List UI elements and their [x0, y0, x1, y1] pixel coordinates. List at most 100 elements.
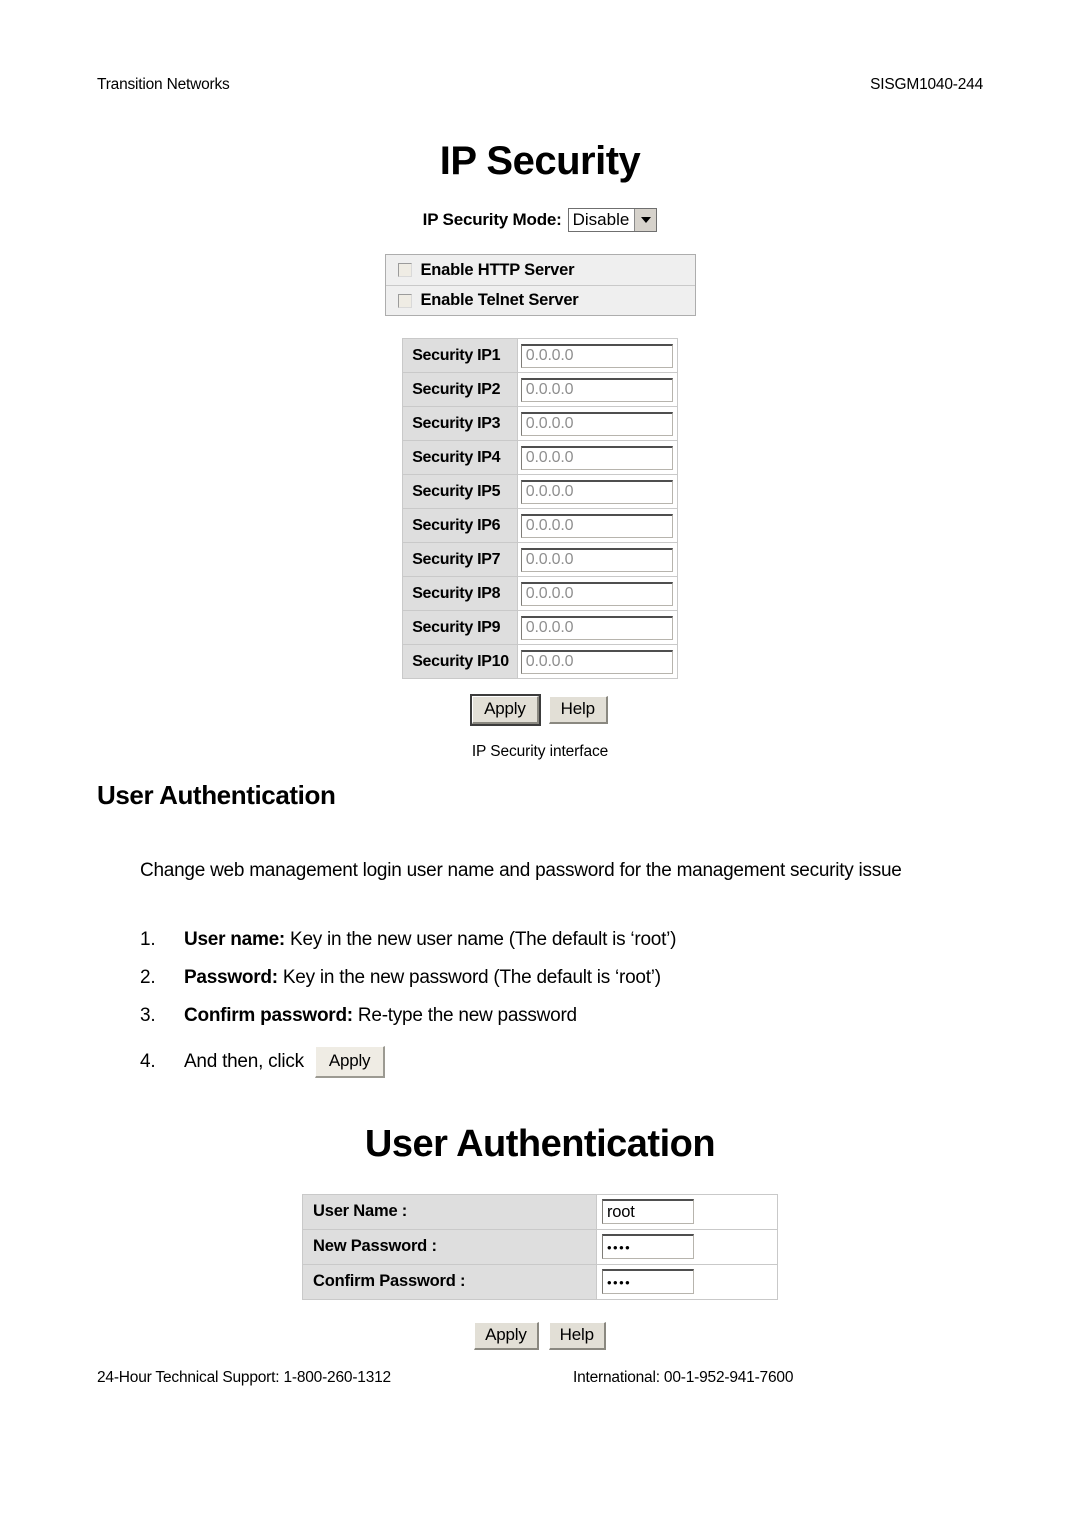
list-item: 4. And then, click Apply [140, 1043, 1020, 1081]
footer-support-phone: 24-Hour Technical Support: 1-800-260-131… [97, 1369, 391, 1386]
help-button[interactable]: Help [548, 1321, 606, 1350]
header-model: SISGM1040-244 [870, 76, 983, 93]
confirm-password-input[interactable]: •••• [602, 1269, 694, 1295]
apply-button[interactable]: Apply [470, 694, 541, 726]
table-row: Security IP5 0.0.0.0 [402, 474, 678, 509]
security-ip2-input[interactable]: 0.0.0.0 [520, 377, 673, 402]
help-button[interactable]: Help [548, 696, 608, 724]
confirm-password-cell: •••• [596, 1263, 778, 1300]
step-text: User name: Key in the new user name (The… [184, 929, 676, 951]
ip-security-mode-value: Disable [572, 210, 630, 229]
table-row: New Password : •••• [302, 1228, 778, 1265]
apply-button[interactable]: Apply [474, 1321, 539, 1350]
step-label: Password: [184, 967, 278, 988]
security-ip7-input[interactable]: 0.0.0.0 [520, 547, 673, 572]
header-company: Transition Networks [97, 76, 230, 93]
security-ip6-cell: 0.0.0.0 [516, 508, 678, 543]
page-header: Transition Networks SISGM1040-244 [97, 76, 983, 94]
security-ip4-label: Security IP4 [402, 440, 518, 475]
step-number: 3. [140, 1005, 156, 1026]
security-ip3-cell: 0.0.0.0 [516, 406, 678, 441]
table-row: Security IP8 0.0.0.0 [402, 576, 678, 611]
security-ip8-label: Security IP8 [402, 576, 518, 611]
user-name-label: User Name : [302, 1193, 597, 1230]
user-name-input[interactable]: root [602, 1199, 694, 1225]
step-text: Confirm password: Re-type the new passwo… [184, 1005, 577, 1027]
server-enable-panel: Enable HTTP Server Enable Telnet Server [384, 254, 696, 316]
step-label: Confirm password: [184, 1005, 353, 1026]
table-row: User Name : root [302, 1193, 778, 1230]
security-ip4-cell: 0.0.0.0 [516, 440, 678, 475]
ip-security-screenshot: IP Security IP Security Mode: Disable En… [0, 140, 1080, 761]
security-ip8-input[interactable]: 0.0.0.0 [520, 581, 673, 606]
list-item: 1. User name: Key in the new user name (… [140, 929, 1020, 967]
footer-international-phone: International: 00-1-952-941-7600 [573, 1369, 794, 1386]
step-body: Key in the new user name (The default is… [285, 929, 677, 950]
security-ip9-input[interactable]: 0.0.0.0 [520, 615, 673, 640]
security-ip9-label: Security IP9 [402, 610, 518, 645]
chevron-down-icon[interactable] [634, 209, 657, 231]
new-password-cell: •••• [596, 1228, 778, 1265]
inline-apply-button[interactable]: Apply [314, 1046, 386, 1078]
table-row: Security IP1 0.0.0.0 [402, 338, 678, 373]
security-ip10-cell: 0.0.0.0 [516, 644, 678, 679]
step-body: Re-type the new password [352, 1005, 577, 1026]
security-ip2-label: Security IP2 [402, 372, 518, 407]
page-title: User Authentication [97, 780, 336, 810]
security-ip9-cell: 0.0.0.0 [516, 610, 678, 645]
ip-security-caption: IP Security interface [471, 743, 609, 760]
step-body: And then, click [184, 1051, 304, 1072]
user-authentication-title: User Authentication [364, 1123, 716, 1165]
step-text: And then, click [184, 1051, 304, 1073]
security-ip3-input[interactable]: 0.0.0.0 [520, 411, 673, 436]
new-password-label: New Password : [302, 1228, 597, 1265]
step-number: 1. [140, 929, 156, 950]
table-row: Security IP9 0.0.0.0 [402, 610, 678, 645]
security-ip4-input[interactable]: 0.0.0.0 [520, 445, 673, 470]
security-ip7-cell: 0.0.0.0 [516, 542, 678, 577]
security-ip-table: Security IP1 0.0.0.0 Security IP2 0.0.0.… [402, 338, 678, 679]
table-row: Security IP2 0.0.0.0 [402, 372, 678, 407]
step-text: Password: Key in the new password (The d… [184, 967, 661, 989]
security-ip5-cell: 0.0.0.0 [516, 474, 678, 509]
table-row: Security IP3 0.0.0.0 [402, 406, 678, 441]
confirm-password-label: Confirm Password : [302, 1263, 597, 1300]
enable-http-server-label: Enable HTTP Server [420, 260, 575, 279]
list-item: 3. Confirm password: Re-type the new pas… [140, 1005, 1020, 1043]
table-row: Security IP6 0.0.0.0 [402, 508, 678, 543]
enable-http-server-checkbox[interactable] [397, 263, 412, 277]
step-number: 2. [140, 967, 156, 988]
ip-security-title: IP Security [439, 139, 641, 183]
security-ip10-label: Security IP10 [402, 644, 518, 679]
user-authentication-screenshot: User Authentication User Name : root New… [0, 1123, 1080, 1350]
security-ip8-cell: 0.0.0.0 [516, 576, 678, 611]
enable-telnet-server-label: Enable Telnet Server [420, 291, 579, 310]
security-ip7-label: Security IP7 [402, 542, 518, 577]
table-row: Security IP7 0.0.0.0 [402, 542, 678, 577]
enable-http-server-row[interactable]: Enable HTTP Server [386, 255, 695, 285]
security-ip1-input[interactable]: 0.0.0.0 [520, 343, 673, 368]
enable-telnet-server-checkbox[interactable] [397, 293, 412, 308]
enable-telnet-server-row[interactable]: Enable Telnet Server [385, 285, 695, 315]
security-ip2-cell: 0.0.0.0 [516, 372, 678, 407]
table-row: Security IP10 0.0.0.0 [402, 644, 678, 679]
user-auth-steps-list: 1. User name: Key in the new user name (… [140, 929, 1020, 1081]
security-ip5-input[interactable]: 0.0.0.0 [520, 479, 673, 504]
step-body: Key in the new password (The default is … [277, 967, 661, 988]
user-auth-intro-text: Change web management login user name an… [140, 860, 902, 881]
user-name-cell: root [596, 1193, 778, 1230]
security-ip10-input[interactable]: 0.0.0.0 [520, 649, 673, 674]
ip-security-mode-label: IP Security Mode: [422, 210, 562, 229]
security-ip6-label: Security IP6 [402, 508, 518, 543]
ip-security-mode-row: IP Security Mode: Disable [0, 208, 1080, 232]
security-ip1-cell: 0.0.0.0 [516, 338, 678, 373]
step-number: 4. [140, 1051, 156, 1072]
ip-security-mode-select[interactable]: Disable [567, 208, 658, 232]
list-item: 2. Password: Key in the new password (Th… [140, 967, 1020, 1005]
security-ip3-label: Security IP3 [402, 406, 518, 441]
security-ip6-input[interactable]: 0.0.0.0 [520, 513, 673, 538]
new-password-input[interactable]: •••• [602, 1234, 694, 1260]
user-authentication-button-row: Apply Help [0, 1321, 1080, 1350]
user-authentication-table: User Name : root New Password : •••• Con… [302, 1193, 778, 1300]
security-ip5-label: Security IP5 [402, 474, 518, 509]
